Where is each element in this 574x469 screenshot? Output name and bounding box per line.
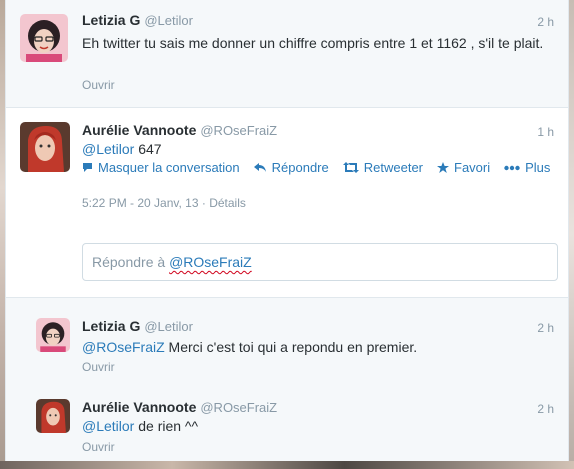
tweet-body: de rien ^^	[134, 418, 199, 434]
details-link[interactable]: Détails	[209, 196, 246, 210]
user-name[interactable]: Letizia G	[82, 12, 140, 28]
reply-icon	[253, 163, 266, 172]
tweet-letizia-thanks[interactable]: Letizia G @Letilor 2 h @ROseFraiZ Merci c…	[6, 297, 568, 386]
user-handle[interactable]: @ROseFraiZ	[200, 123, 277, 138]
retweet-label: Retweeter	[363, 160, 423, 175]
tweet-metadata: 5:22 PM - 20 Janv, 13 · Détails	[82, 196, 246, 210]
user-name[interactable]: Aurélie Vannoote	[82, 122, 196, 138]
tweet-time[interactable]: 1 h	[537, 125, 554, 139]
tweet-timestamp[interactable]: 5:22 PM - 20 Janv, 13	[82, 196, 199, 210]
user-name[interactable]: Letizia G	[82, 318, 140, 334]
tweet-time[interactable]: 2 h	[537, 15, 554, 29]
tweet-aurelie-deRien[interactable]: Aurélie Vannoote @ROseFraiZ 2 h @Letilor …	[6, 384, 568, 461]
open-link[interactable]: Ouvrir	[82, 78, 115, 92]
user-name[interactable]: Aurélie Vannoote	[82, 399, 196, 415]
separator: ·	[198, 196, 210, 210]
reply-mention: @ROseFraiZ	[169, 254, 252, 270]
tweet-body: Merci c'est toi qui a repondu en premier…	[164, 339, 418, 355]
tweet-time[interactable]: 2 h	[537, 321, 554, 335]
mention-link[interactable]: @Letilor	[82, 141, 134, 157]
more-dots-icon	[504, 165, 520, 170]
reply-prefix: Répondre à	[92, 254, 170, 270]
retweet-icon	[342, 162, 359, 173]
user-handle[interactable]: @Letilor	[144, 13, 193, 28]
conversation-panel: Letizia G @Letilor 2 h Eh twitter tu sais…	[5, 0, 569, 461]
avatar[interactable]	[36, 399, 70, 433]
conversation-icon	[83, 163, 92, 172]
favorite-button[interactable]: Favori	[437, 160, 490, 175]
tweet-text: @ROseFraiZ Merci c'est toi qui a repondu…	[82, 338, 417, 357]
reply-label: Répondre	[271, 160, 329, 175]
tweet-body: 647	[134, 141, 162, 157]
tweet-text: @Letilor de rien ^^	[82, 417, 198, 436]
avatar[interactable]	[20, 14, 68, 62]
open-link[interactable]: Ouvrir	[82, 440, 115, 454]
reply-button[interactable]: Répondre	[253, 160, 329, 175]
user-handle[interactable]: @Letilor	[144, 319, 193, 334]
tweet-letizia-question[interactable]: Letizia G @Letilor 2 h Eh twitter tu sais…	[6, 0, 568, 108]
retweet-button[interactable]: Retweeter	[342, 160, 423, 175]
mention-link[interactable]: @ROseFraiZ	[82, 339, 165, 355]
tweet-text: Eh twitter tu sais me donner un chiffre …	[82, 35, 544, 51]
hide-conversation-button[interactable]: Masquer la conversation	[82, 160, 240, 175]
more-button[interactable]: Plus	[504, 160, 550, 175]
mention-link[interactable]: @Letilor	[82, 418, 134, 434]
favorite-label: Favori	[454, 160, 491, 175]
tweet-text: @Letilor 647	[82, 140, 162, 159]
more-label: Plus	[525, 160, 551, 175]
open-link[interactable]: Ouvrir	[82, 360, 115, 374]
background-bottom	[0, 461, 574, 469]
hide-conversation-label: Masquer la conversation	[98, 160, 240, 175]
user-handle[interactable]: @ROseFraiZ	[200, 400, 277, 415]
tweet-time[interactable]: 2 h	[537, 402, 554, 416]
reply-input[interactable]: Répondre à @ROseFraiZ	[82, 243, 558, 281]
tweet-actions: Masquer la conversation Répondre Retweet…	[82, 160, 564, 175]
avatar[interactable]	[20, 122, 70, 172]
avatar[interactable]	[36, 318, 70, 352]
star-icon	[437, 161, 449, 173]
